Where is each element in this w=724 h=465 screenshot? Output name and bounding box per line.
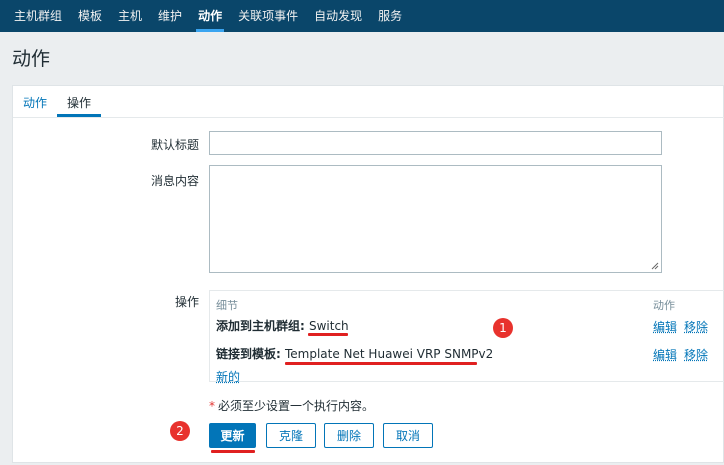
default-subject-input[interactable] <box>209 131 662 155</box>
active-tab-indicator <box>57 114 101 117</box>
annotation-underline-template <box>285 362 477 365</box>
operation-type: 添加到主机群组: <box>216 319 309 333</box>
update-button[interactable]: 更新 <box>209 423 256 448</box>
operation-row-2: 链接到模板: Template Net Huawei VRP SNMPv2 <box>216 345 493 362</box>
default-subject-label: 默认标题 <box>150 138 199 152</box>
nav-item-templates[interactable]: 模板 <box>70 0 110 32</box>
annotation-underline-update <box>211 450 255 453</box>
top-navigation: 主机群组 模板 主机 维护 动作 关联项事件 自动发现 服务 <box>0 0 724 32</box>
edit-operation-1-link[interactable]: 编辑 <box>653 318 677 335</box>
page-title: 动作 <box>12 48 51 70</box>
message-label: 消息内容 <box>150 174 199 188</box>
action-form-card: 动作 操作 默认标题 消息内容 操作 细节 动作 添加到主机群组: Switch… <box>12 85 724 463</box>
required-note: * 必须至少设置一个执行内容。 <box>209 397 374 414</box>
annotation-underline-switch <box>308 333 348 336</box>
nav-item-discovery[interactable]: 自动发现 <box>306 0 370 32</box>
annotation-badge-1: 1 <box>493 318 513 338</box>
operation-value: Template Net Huawei VRP SNMPv2 <box>284 347 494 361</box>
resize-grip-icon[interactable] <box>651 262 659 270</box>
required-asterisk: * <box>209 399 215 413</box>
new-operation-link[interactable]: 新的 <box>216 368 240 385</box>
required-note-text: 必须至少设置一个执行内容。 <box>218 399 375 413</box>
nav-item-event-correlation[interactable]: 关联项事件 <box>230 0 306 32</box>
remove-operation-1-link[interactable]: 移除 <box>684 318 708 335</box>
delete-button[interactable]: 删除 <box>324 423 374 448</box>
annotation-badge-2: 2 <box>170 421 190 441</box>
nav-item-maintenance[interactable]: 维护 <box>150 0 190 32</box>
clone-button[interactable]: 克隆 <box>266 423 316 448</box>
column-header-action: 动作 <box>653 299 675 312</box>
operations-table: 细节 动作 添加到主机群组: Switch 编辑 移除 链接到模板: Templ… <box>209 290 724 385</box>
operation-value: Switch <box>308 319 349 333</box>
cancel-button[interactable]: 取消 <box>383 423 433 448</box>
operations-label: 操作 <box>174 295 199 309</box>
tab-bar: 动作 操作 <box>13 86 724 118</box>
column-header-details: 细节 <box>216 299 238 312</box>
tab-operations[interactable]: 操作 <box>67 94 91 111</box>
nav-item-host-groups[interactable]: 主机群组 <box>6 0 70 32</box>
message-textarea[interactable] <box>209 165 662 273</box>
nav-item-hosts[interactable]: 主机 <box>110 0 150 32</box>
remove-operation-2-link[interactable]: 移除 <box>684 346 708 363</box>
edit-operation-2-link[interactable]: 编辑 <box>653 346 677 363</box>
operation-row-1: 添加到主机群组: Switch <box>216 317 349 334</box>
operation-type: 链接到模板: <box>216 347 285 361</box>
nav-item-services[interactable]: 服务 <box>370 0 410 32</box>
tab-action[interactable]: 动作 <box>23 94 47 111</box>
nav-item-actions[interactable]: 动作 <box>190 0 230 32</box>
